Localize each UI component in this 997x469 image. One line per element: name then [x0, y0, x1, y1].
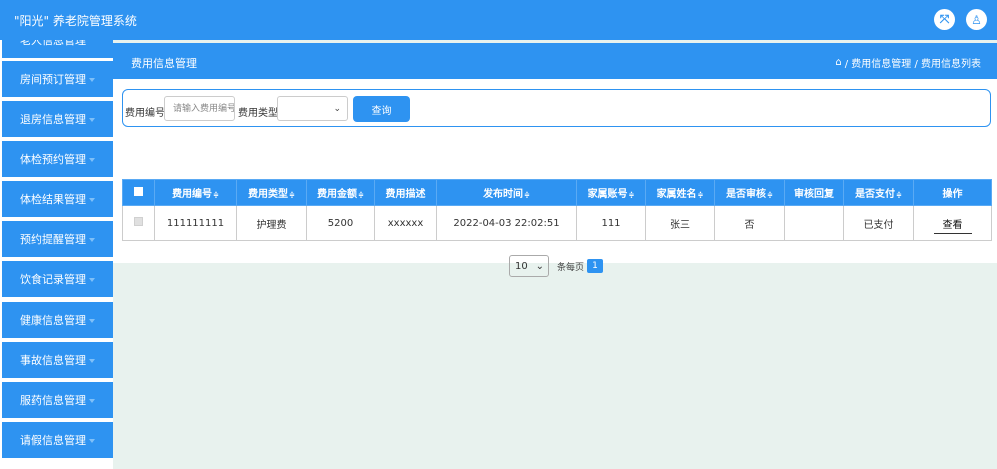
caret-down-icon [89, 358, 95, 363]
sidebar-item-elder-info[interactable]: 老人信息管理 [2, 40, 113, 58]
column-header[interactable]: 费用金额≑ [306, 179, 375, 206]
select-all-checkbox[interactable] [134, 186, 143, 196]
main-area: 费用信息管理 ⌂ / 费用信息管理 / 费用信息列表 费用编号 费用类型 ⌄ 查… [113, 40, 997, 469]
column-header[interactable]: 是否支付≑ [843, 179, 914, 206]
sidebar-item-diet[interactable]: 饮食记录管理 [2, 261, 113, 297]
sidebar-item-checkout[interactable]: 退房信息管理 [2, 101, 113, 137]
query-button[interactable]: 查询 [353, 96, 410, 122]
caret-down-icon [89, 197, 95, 202]
column-header[interactable]: 是否审核≑ [714, 179, 785, 206]
sort-icon[interactable]: ≑ [213, 191, 219, 199]
app-title: "阳光" 养老院管理系统 [14, 14, 137, 28]
chevron-down-icon: ⌄ [535, 260, 544, 272]
select-all-cell[interactable] [122, 179, 155, 206]
page-number-button[interactable]: 1 [587, 259, 604, 273]
fee-type-cell: 护理费 [236, 205, 307, 241]
sort-icon[interactable]: ≑ [358, 191, 364, 199]
caret-down-icon [89, 318, 95, 323]
sidebar-item-label: 饮食记录管理 [20, 273, 86, 286]
sidebar-item-label: 事故信息管理 [20, 354, 86, 367]
column-header[interactable]: 家属账号≑ [576, 179, 646, 206]
family-name-cell: 张三 [645, 205, 715, 241]
breadcrumb-text: / 费用信息管理 / 费用信息列表 [844, 59, 981, 70]
home-icon[interactable]: ⌂ [835, 57, 841, 68]
view-button[interactable]: 查看 [933, 216, 972, 234]
sidebar-item-medication[interactable]: 服药信息管理 [2, 382, 113, 418]
search-form: 费用编号 费用类型 ⌄ 查询 [122, 89, 991, 127]
page-header: 费用信息管理 ⌂ / 费用信息管理 / 费用信息列表 [113, 43, 997, 79]
column-header[interactable]: 费用类型≑ [236, 179, 307, 206]
caret-down-icon [89, 277, 95, 282]
column-header[interactable]: 发布时间≑ [436, 179, 577, 206]
caret-down-icon [89, 117, 95, 122]
column-header: 审核回复 [784, 179, 844, 206]
sort-icon[interactable]: ≑ [629, 191, 635, 199]
review-reply-cell [784, 205, 844, 241]
pagination: 10 ⌄ 条每页 1 [509, 255, 604, 277]
table-row: 111111111 护理费 5200 xxxxxx 2022-04-03 22:… [122, 205, 992, 241]
sidebar-item-label: 房间预订管理 [20, 73, 86, 86]
fee-code-cell: 111111111 [154, 205, 237, 241]
fee-type-select[interactable]: ⌄ [277, 96, 348, 121]
fee-amount-cell: 5200 [306, 205, 375, 241]
fee-code-input[interactable] [164, 96, 235, 121]
sidebar-item-room-booking[interactable]: 房间预订管理 [2, 61, 113, 97]
page-title: 费用信息管理 [131, 57, 197, 70]
sort-icon[interactable]: ≑ [289, 191, 295, 199]
caret-down-icon [89, 237, 95, 242]
sort-icon[interactable]: ≑ [767, 191, 773, 199]
publish-time-cell: 2022-04-03 22:02:51 [436, 205, 577, 241]
column-header[interactable]: 家属姓名≑ [645, 179, 715, 206]
sidebar-item-leave[interactable]: 请假信息管理 [2, 422, 113, 458]
row-select-cell[interactable] [122, 205, 155, 241]
sort-icon[interactable]: ≑ [698, 191, 704, 199]
sidebar-item-checkup-result[interactable]: 体检结果管理 [2, 181, 113, 217]
fee-table: 费用编号≑ 费用类型≑ 费用金额≑ 费用描述 发布时间≑ 家属账号≑ 家属姓名≑… [122, 179, 992, 241]
column-header: 费用描述 [374, 179, 437, 206]
paid-status-cell: 已支付 [843, 205, 914, 241]
row-checkbox[interactable] [134, 217, 143, 226]
sidebar-item-label: 体检预约管理 [20, 153, 86, 166]
fullscreen-icon[interactable]: ⤧ [934, 9, 955, 30]
sidebar-item-label: 体检结果管理 [20, 193, 86, 206]
sidebar-item-reminder[interactable]: 预约提醒管理 [2, 221, 113, 257]
sidebar-item-label: 请假信息管理 [20, 434, 86, 447]
sidebar-item-label: 预约提醒管理 [20, 233, 86, 246]
per-page-label: 条每页 [557, 262, 585, 273]
sidebar-item-checkup-booking[interactable]: 体检预约管理 [2, 141, 113, 177]
page-size-select[interactable]: 10 ⌄ [509, 255, 549, 277]
chevron-down-icon: ⌄ [333, 104, 341, 114]
sidebar-item-label: 服药信息管理 [20, 394, 86, 407]
column-header: 操作 [913, 179, 992, 206]
fee-type-label: 费用类型 [238, 108, 278, 119]
reviewed-cell: 否 [714, 205, 785, 241]
content-panel: 费用编号 费用类型 ⌄ 查询 费用编号≑ 费用类型≑ 费用金额≑ 费用描述 发 [113, 79, 997, 277]
sidebar-item-accident[interactable]: 事故信息管理 [2, 342, 113, 378]
caret-down-icon [89, 398, 95, 403]
page-size-value: 10 [515, 260, 528, 272]
table-header-row: 费用编号≑ 费用类型≑ 费用金额≑ 费用描述 发布时间≑ 家属账号≑ 家属姓名≑… [122, 179, 992, 206]
caret-down-icon [89, 438, 95, 443]
sidebar-item-label: 退房信息管理 [20, 113, 86, 126]
sidebar: 老人信息管理 房间预订管理 退房信息管理 体检预约管理 体检结果管理 预约提醒管… [0, 40, 113, 469]
sidebar-item-health[interactable]: 健康信息管理 [2, 302, 113, 338]
breadcrumb: ⌂ / 费用信息管理 / 费用信息列表 [835, 55, 981, 70]
sort-icon[interactable]: ≑ [524, 191, 530, 199]
user-icon[interactable]: ♙ [966, 9, 987, 30]
caret-down-icon [89, 157, 95, 162]
fee-desc-cell: xxxxxx [374, 205, 437, 241]
family-account-cell: 111 [576, 205, 646, 241]
sort-icon[interactable]: ≑ [896, 191, 902, 199]
action-cell: 查看 [913, 205, 992, 241]
column-header[interactable]: 费用编号≑ [154, 179, 237, 206]
fee-code-label: 费用编号 [125, 108, 165, 119]
sidebar-item-label: 健康信息管理 [20, 314, 86, 327]
top-bar: "阳光" 养老院管理系统 ⤧ ♙ [0, 0, 997, 40]
sidebar-item-label: 老人信息管理 [20, 40, 86, 47]
caret-down-icon [89, 77, 95, 82]
